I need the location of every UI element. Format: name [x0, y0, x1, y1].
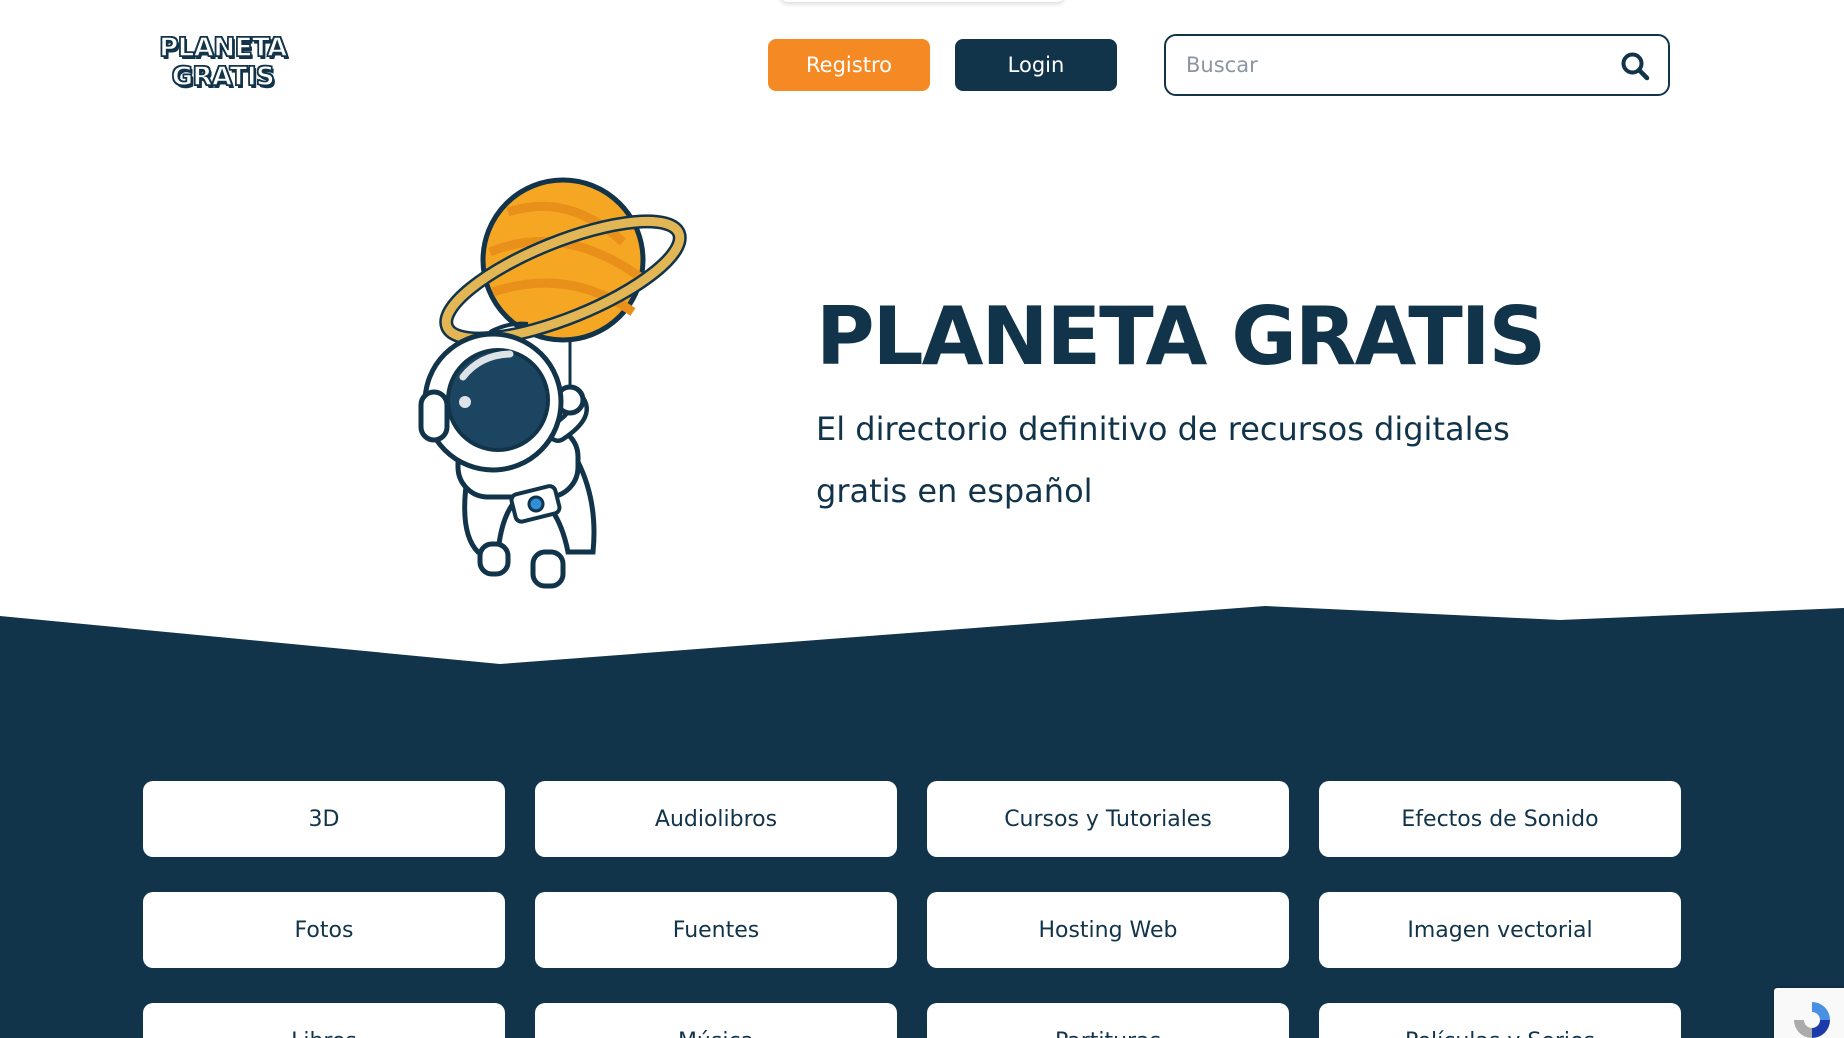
search-icon[interactable]	[1620, 51, 1650, 81]
astronaut-illustration	[418, 177, 687, 589]
site-logo[interactable]: PLANETA GRATIS	[158, 33, 288, 96]
category-hosting-web[interactable]: Hosting Web	[927, 892, 1289, 968]
category-fuentes[interactable]: Fuentes	[535, 892, 897, 968]
category-libros[interactable]: Libros	[143, 1003, 505, 1038]
category-musica[interactable]: Música	[535, 1003, 897, 1038]
top-tab	[780, 0, 1065, 2]
hero-title: PLANETA GRATIS	[816, 290, 1546, 383]
category-fotos[interactable]: Fotos	[143, 892, 505, 968]
category-grid: 3D Audiolibros Cursos y Tutoriales Efect…	[143, 781, 1681, 1038]
recaptcha-icon	[1794, 1002, 1830, 1038]
logo-line-2: GRATIS	[171, 62, 276, 92]
category-audiolibros[interactable]: Audiolibros	[535, 781, 897, 857]
astronaut-icon	[418, 331, 597, 589]
recaptcha-badge[interactable]	[1774, 988, 1844, 1038]
category-cursos-tutoriales[interactable]: Cursos y Tutoriales	[927, 781, 1289, 857]
category-3d[interactable]: 3D	[143, 781, 505, 857]
category-partituras[interactable]: Partituras	[927, 1003, 1289, 1038]
login-button[interactable]: Login	[955, 39, 1117, 91]
search-box	[1164, 34, 1670, 96]
search-input[interactable]	[1186, 36, 1606, 94]
page: PLANETA GRATIS Registro Login Buscar PLA…	[0, 0, 1844, 1038]
hero-subtitle: El directorio definitivo de recursos dig…	[816, 410, 1510, 510]
category-imagen-vectorial[interactable]: Imagen vectorial	[1319, 892, 1681, 968]
category-efectos-sonido[interactable]: Efectos de Sonido	[1319, 781, 1681, 857]
register-button[interactable]: Registro	[768, 39, 930, 91]
logo-line-1: PLANETA	[158, 33, 288, 63]
category-peliculas-series[interactable]: Películas y Series	[1319, 1003, 1681, 1038]
